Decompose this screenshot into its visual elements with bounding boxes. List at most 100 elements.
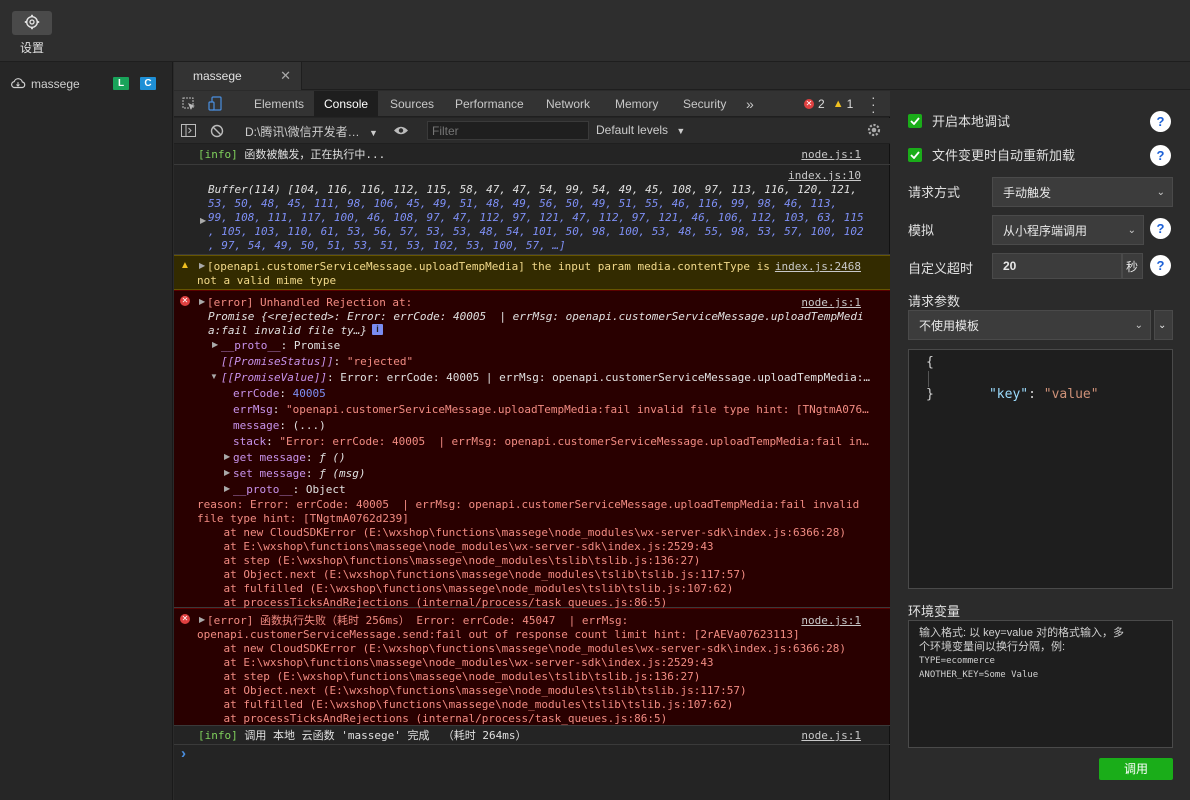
help-icon[interactable]: ? <box>1150 255 1171 276</box>
prop-value: : Error: errCode: 40005 | errMsg: openap… <box>326 371 871 384</box>
local-debug-label: 开启本地调试 <box>932 114 1011 129</box>
template-value: 不使用模板 <box>919 318 980 333</box>
warning-icon: ▲ <box>832 98 844 110</box>
source-link[interactable]: node.js:1 <box>801 148 861 161</box>
eye-icon[interactable] <box>393 125 409 139</box>
help-icon[interactable]: ? <box>1150 111 1171 132</box>
request-params-editor[interactable]: { "key": "value" } <box>908 349 1173 589</box>
prop-value: "rejected" <box>346 355 414 368</box>
devtools-panel: Elements Console Sources Performance Net… <box>174 90 890 800</box>
chevron-down-icon: ⌄ <box>1134 320 1143 331</box>
error-icon: ✕ <box>180 296 190 306</box>
chevron-down-icon: ⌄ <box>1127 225 1136 236</box>
local-debug-checkbox[interactable] <box>908 114 922 128</box>
stack-line: at fulfilled (E:\wxshop\functions\masseg… <box>197 698 734 711</box>
settings-button[interactable] <box>12 11 52 35</box>
expand-arrow-icon[interactable]: ▶ <box>199 615 205 624</box>
expand-arrow-icon[interactable]: ▶ <box>224 468 230 477</box>
info-message: 调用 本地 云函数 'massege' 完成 （耗时 264ms） <box>237 729 527 742</box>
stack-line: at new CloudSDKError (E:\wxshop\function… <box>197 526 847 539</box>
source-link[interactable]: node.js:1 <box>801 614 861 627</box>
request-mode-select[interactable]: 手动触发 ⌄ <box>992 177 1173 207</box>
console-settings-icon[interactable] <box>866 122 882 141</box>
settings-label: 设置 <box>19 41 44 55</box>
help-icon[interactable]: ? <box>1150 145 1171 166</box>
tab-network[interactable]: Network <box>546 91 590 117</box>
prop-value: ƒ (msg) <box>319 467 366 480</box>
console-message-error: ✕ ▶ [error] Unhandled Rejection at: node… <box>174 290 890 609</box>
sidebar-toggle-icon[interactable] <box>181 124 196 140</box>
expand-arrow-icon[interactable]: ▶ <box>224 484 230 493</box>
auto-reload-checkbox[interactable] <box>908 148 922 162</box>
reason-line: file type hint: [TNgtmA0762d239] <box>197 512 409 525</box>
console-output[interactable]: [info] 函数被触发，正在执行中... node.js:1 index.js… <box>174 145 890 800</box>
tab-console[interactable]: Console <box>314 91 379 117</box>
devtools-menu-icon[interactable]: · · · <box>871 90 876 118</box>
source-link[interactable]: node.js:1 <box>801 296 861 309</box>
error-count-value: 2 <box>818 97 825 111</box>
source-link[interactable]: node.js:1 <box>801 729 861 742</box>
prop-key: errCode <box>233 387 280 400</box>
editor-tab-strip: massege ✕ <box>174 62 1190 90</box>
log-levels-dropdown[interactable]: Default levels ▼ <box>596 123 685 137</box>
timeout-input[interactable]: 20 <box>992 253 1122 279</box>
buffer-line: Buffer(114) [104, 116, 116, 112, 115, 58… <box>208 183 858 196</box>
expand-arrow-icon[interactable]: ▶ <box>200 216 206 225</box>
chevron-down-icon: ▼ <box>676 126 686 136</box>
source-link[interactable]: index.js:10 <box>788 169 861 182</box>
stack-line: at E:\wxshop\functions\massege\node_modu… <box>197 540 714 553</box>
timeout-label: 自定义超时 <box>908 261 974 276</box>
expand-arrow-icon[interactable]: ▶ <box>199 261 205 270</box>
info-message: 函数被触发，正在执行中... <box>237 148 386 161</box>
tab-security[interactable]: Security <box>683 91 726 117</box>
request-mode-value: 手动触发 <box>1003 185 1052 200</box>
stack-line: at fulfilled (E:\wxshop\functions\masseg… <box>197 582 734 595</box>
close-icon[interactable]: ✕ <box>280 68 291 84</box>
prop-value: : (...) <box>279 419 326 432</box>
json-value: "value" <box>1043 387 1099 402</box>
tab-performance[interactable]: Performance <box>455 91 524 117</box>
auto-reload-label: 文件变更时自动重新加载 <box>932 148 1076 163</box>
editor-tab-massege[interactable]: massege ✕ <box>174 62 302 90</box>
stack-line: at E:\wxshop\functions\massege\node_modu… <box>197 656 714 669</box>
tab-memory[interactable]: Memory <box>615 91 658 117</box>
expanded-arrow-icon[interactable]: ▼ <box>210 372 218 381</box>
template-options-button[interactable]: ⌄ <box>1154 310 1173 340</box>
request-params-label: 请求参数 <box>908 294 961 309</box>
console-filter-input[interactable] <box>427 121 589 140</box>
json-open-brace: { <box>926 355 934 370</box>
error-count[interactable]: ✕ 2 ▲ 1 <box>804 97 853 111</box>
help-icon[interactable]: ? <box>1150 218 1171 239</box>
inspect-element-icon[interactable] <box>182 97 196 114</box>
template-select[interactable]: 不使用模板 ⌄ <box>908 310 1151 340</box>
device-toolbar-icon[interactable] <box>208 96 224 115</box>
cloud-badge: C <box>140 77 156 90</box>
info-icon[interactable]: i <box>372 324 383 335</box>
stack-line: at new CloudSDKError (E:\wxshop\function… <box>197 642 847 655</box>
console-prompt[interactable]: › <box>174 745 890 765</box>
json-indent-guide <box>928 371 929 387</box>
tab-elements[interactable]: Elements <box>254 91 304 117</box>
json-close-brace: } <box>926 387 934 402</box>
cloud-icon <box>10 77 26 92</box>
cloud-function-item[interactable]: massege L C <box>0 72 173 96</box>
tab-sources[interactable]: Sources <box>390 91 434 117</box>
invoke-button[interactable]: 调用 <box>1099 758 1173 780</box>
prop-key: set message <box>233 467 306 480</box>
env-hint-line: 个环境变量间以换行分隔，例: <box>919 641 1066 653</box>
more-tabs-button[interactable]: » <box>746 91 754 117</box>
expand-arrow-icon[interactable]: ▶ <box>199 297 205 306</box>
prop-key: [[PromiseValue]] <box>221 371 327 384</box>
error-tag: [error] <box>207 296 254 309</box>
console-message-info: [info] 函数被触发，正在执行中... node.js:1 <box>174 145 890 165</box>
source-link[interactable]: index.js:2468 <box>775 260 861 273</box>
expand-arrow-icon[interactable]: ▶ <box>224 452 230 461</box>
clear-console-icon[interactable] <box>210 124 224 141</box>
gear-icon <box>24 14 40 33</box>
simulate-select[interactable]: 从小程序端调用 ⌄ <box>992 215 1144 245</box>
context-selector[interactable]: D:\腾讯\微信开发者… ▼ <box>245 123 378 140</box>
warning-icon: ▲ <box>180 260 190 271</box>
expand-arrow-icon[interactable]: ▶ <box>212 340 218 349</box>
env-vars-input[interactable]: 输入格式: 以 key=value 对的格式输入，多 个环境变量间以换行分隔，例… <box>908 620 1173 748</box>
top-toolbar: 设置 <box>0 0 1190 62</box>
